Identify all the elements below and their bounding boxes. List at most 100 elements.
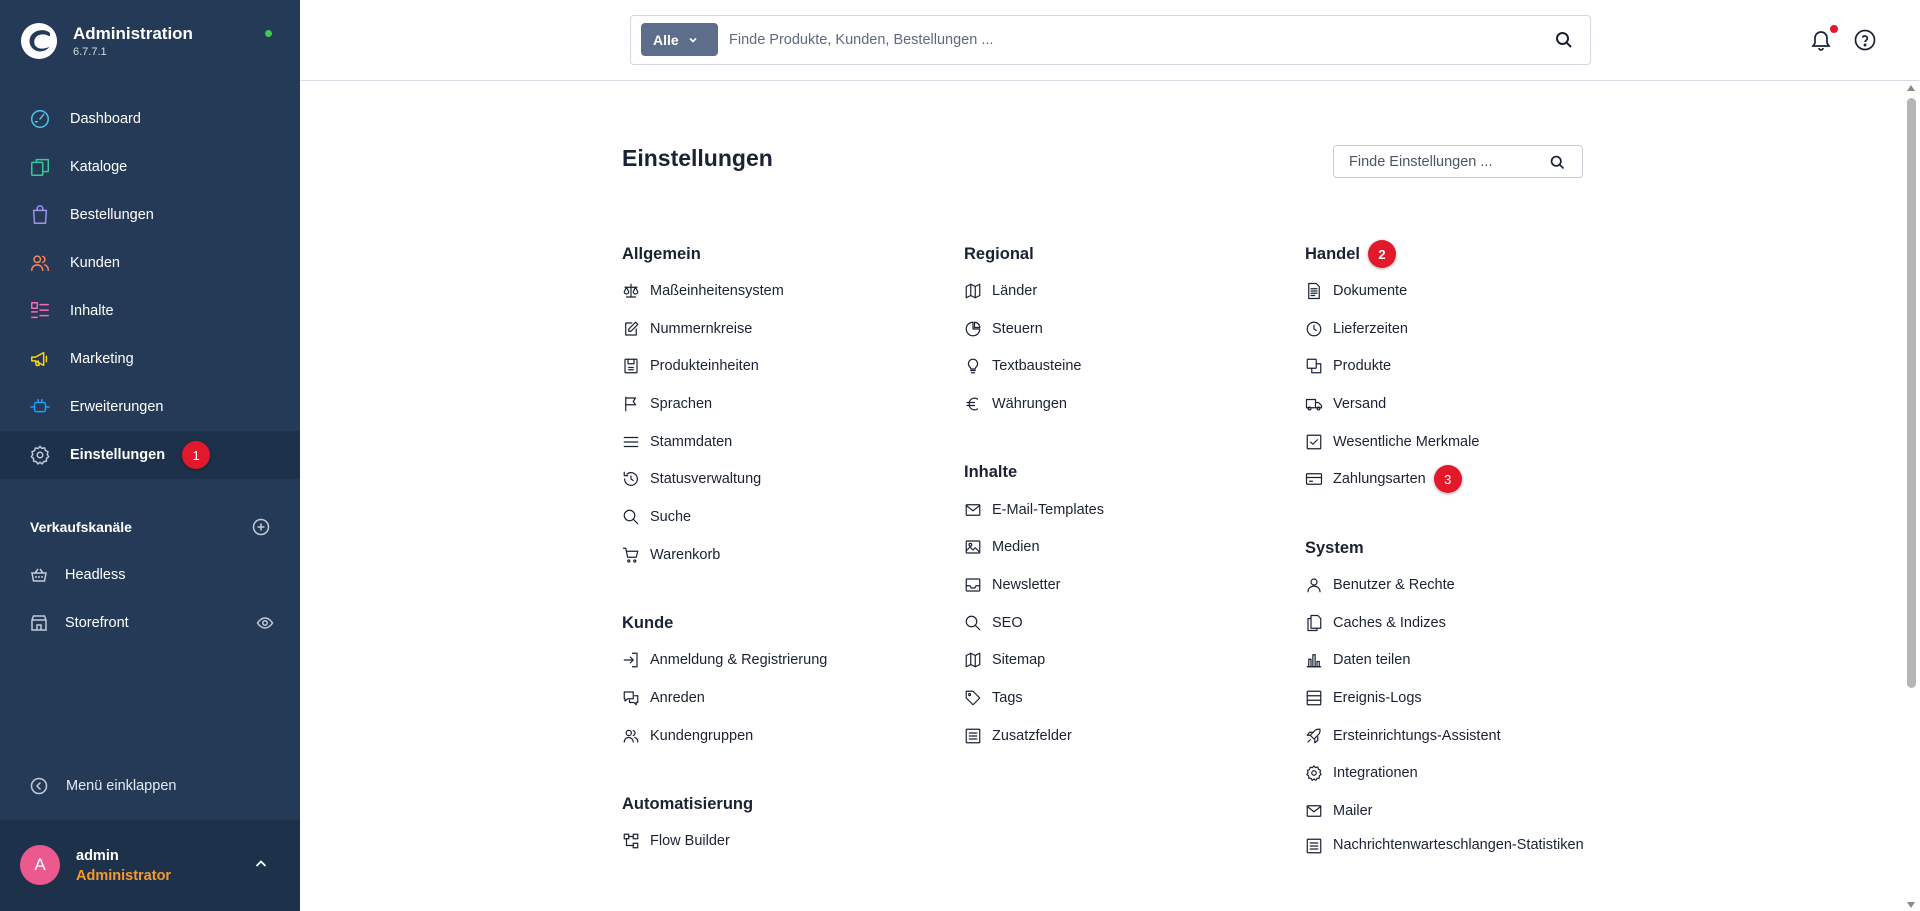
scroll-down-arrow-icon[interactable] — [1906, 901, 1916, 909]
search-icon[interactable] — [1549, 154, 1566, 171]
settings-item-flow-builder[interactable]: Flow Builder — [622, 823, 922, 861]
settings-item-label: Dokumente — [1333, 282, 1408, 299]
group-title-text: System — [1305, 538, 1364, 557]
sidebar-item-erweiterungen[interactable]: Erweiterungen — [0, 383, 300, 431]
settings-item-benutzer-rechte[interactable]: Benutzer & Rechte — [1305, 566, 1605, 604]
page-title: Einstellungen — [622, 145, 773, 171]
sales-channel-headless[interactable]: Headless — [30, 560, 274, 590]
settings-item-produkte[interactable]: Produkte — [1305, 347, 1605, 385]
sidebar-item-label: Kunden — [70, 255, 120, 271]
settings-item-label: Zusatzfelder — [992, 727, 1072, 744]
basket-icon — [31, 568, 47, 582]
settings-item-zusatzfelder[interactable]: Zusatzfelder — [964, 717, 1264, 755]
settings-item-ersteinrichtungs-assistent[interactable]: Ersteinrichtungs-Assistent — [1305, 717, 1605, 755]
users-icon — [31, 255, 49, 272]
settings-item-seo[interactable]: SEO — [964, 604, 1264, 642]
help-icon[interactable] — [1853, 28, 1877, 52]
collapse-menu-button[interactable]: Menü einklappen — [30, 777, 176, 795]
catalog-icon — [31, 158, 49, 176]
settings-item-medien[interactable]: Medien — [964, 528, 1264, 566]
settings-item-label: Maßeinheitensystem — [650, 282, 784, 299]
settings-item-label: Ersteinrichtungs-Assistent — [1333, 727, 1501, 744]
settings-item-label: SEO — [992, 614, 1023, 631]
sidebar-item-marketing[interactable]: Marketing — [0, 335, 300, 383]
chat-icon — [623, 691, 639, 706]
settings-item-anreden[interactable]: Anreden — [622, 679, 922, 717]
eye-icon[interactable] — [256, 614, 274, 632]
storefront-icon — [31, 615, 47, 631]
scrollbar-thumb[interactable] — [1907, 98, 1916, 688]
sidebar-item-einstellungen[interactable]: Einstellungen 1 — [0, 431, 300, 479]
settings-item-sitemap[interactable]: Sitemap — [964, 642, 1264, 680]
group-title-text: Handel — [1305, 244, 1361, 263]
sidebar-item-inhalte[interactable]: Inhalte — [0, 287, 300, 335]
group-title: Regional — [964, 240, 1264, 268]
settings-item-tags[interactable]: Tags — [964, 679, 1264, 717]
settings-item-nummernkreise[interactable]: Nummernkreise — [622, 310, 922, 348]
settings-item-suche[interactable]: Suche — [622, 498, 922, 536]
notification-bell-icon[interactable] — [1809, 28, 1833, 52]
search-icon[interactable] — [1554, 30, 1574, 50]
settings-item-label: Produkte — [1333, 358, 1392, 375]
settings-item-textbausteine[interactable]: Textbausteine — [964, 347, 1264, 385]
euro-icon — [966, 397, 979, 411]
lightbulb-icon — [967, 358, 979, 374]
avatar: A — [20, 845, 60, 885]
scrollbar[interactable] — [1902, 82, 1920, 911]
settings-group-handel: Handel 2 Dokumente Lieferzeiten Produkte Vers… — [1305, 240, 1605, 498]
settings-item-warenkorb[interactable]: Warenkorb — [622, 536, 922, 574]
settings-item-zahlungsarten[interactable]: Zahlungsarten 3 — [1305, 460, 1605, 498]
settings-item-statusverwaltung[interactable]: Statusverwaltung — [622, 460, 922, 498]
settings-item-stammdaten[interactable]: Stammdaten — [622, 423, 922, 461]
settings-item-newsletter[interactable]: Newsletter — [964, 566, 1264, 604]
settings-item-sprachen[interactable]: Sprachen — [622, 385, 922, 423]
sales-channel-storefront[interactable]: Storefront — [30, 608, 274, 638]
settings-item-integrationen[interactable]: Integrationen — [1305, 755, 1605, 793]
settings-item-label: Sprachen — [650, 395, 713, 412]
settings-item-nachrichtenwarteschlangen-statistiken[interactable]: Nachrichtenwarteschlangen-Statistiken — [1305, 830, 1585, 855]
settings-item-dokumente[interactable]: Dokumente — [1305, 272, 1605, 310]
sales-channels-title: Verkaufskanäle — [30, 519, 132, 535]
settings-item-e-mail-templates[interactable]: E-Mail-Templates — [964, 491, 1264, 529]
settings-item-label: Caches & Indizes — [1333, 614, 1446, 631]
edit-icon — [625, 321, 639, 336]
settings-item-caches-indizes[interactable]: Caches & Indizes — [1305, 604, 1605, 642]
chevron-up-icon[interactable] — [252, 855, 270, 873]
settings-item-wesentliche-merkmale[interactable]: Wesentliche Merkmale — [1305, 423, 1605, 461]
settings-item-label: Nummernkreise — [650, 320, 753, 337]
user-menu[interactable]: A admin Administrator — [0, 820, 300, 911]
settings-item-masseinheitensystem[interactable]: Maßeinheitensystem — [622, 272, 922, 310]
settings-item-kundengruppen[interactable]: Kundengruppen — [622, 717, 922, 755]
add-sales-channel-icon[interactable] — [252, 518, 270, 536]
clock-icon — [1306, 321, 1322, 336]
group-title-text: Automatisierung — [622, 795, 754, 814]
sidebar-item-kunden[interactable]: Kunden — [0, 239, 300, 287]
sidebar-item-bestellungen[interactable]: Bestellungen — [0, 191, 300, 239]
settings-search-input[interactable] — [1349, 152, 1539, 172]
global-search-input[interactable] — [729, 24, 1529, 56]
sidebar-item-kataloge[interactable]: Kataloge — [0, 143, 300, 191]
settings-item-daten-teilen[interactable]: Daten teilen — [1305, 642, 1605, 680]
settings-item-lieferzeiten[interactable]: Lieferzeiten — [1305, 310, 1605, 348]
settings-item-laender[interactable]: Länder — [964, 272, 1264, 310]
settings-group-automatisierung: Automatisierung Flow Builder — [622, 791, 922, 861]
settings-item-label: E-Mail-Templates — [992, 501, 1104, 518]
settings-item-label: Integrationen — [1333, 765, 1418, 782]
group-title-text: Inhalte — [964, 463, 1018, 482]
settings-item-waehrungen[interactable]: Währungen — [964, 385, 1264, 423]
settings-item-versand[interactable]: Versand — [1305, 385, 1605, 423]
settings-item-anmeldung-registrierung[interactable]: Anmeldung & Registrierung — [622, 642, 922, 680]
collapse-menu-label: Menü einklappen — [66, 778, 177, 794]
brand[interactable]: Administration 6.7.7.1 — [20, 22, 193, 60]
search-type-select[interactable]: Alle — [641, 23, 718, 56]
settings-item-produkteinheiten[interactable]: Produkteinheiten — [622, 347, 922, 385]
scroll-up-arrow-icon[interactable] — [1906, 84, 1916, 92]
sidebar-item-dashboard[interactable]: Dashboard — [0, 95, 300, 143]
settings-group-regional: Regional Länder Steuern Textbausteine Währun… — [964, 240, 1264, 423]
settings-item-label: Medien — [992, 539, 1040, 556]
settings-item-ereignis-logs[interactable]: Ereignis-Logs — [1305, 679, 1605, 717]
settings-item-mailer[interactable]: Mailer — [1305, 792, 1605, 830]
tag-icon — [965, 690, 981, 706]
search-icon — [623, 509, 639, 525]
settings-item-steuern[interactable]: Steuern — [964, 310, 1264, 348]
